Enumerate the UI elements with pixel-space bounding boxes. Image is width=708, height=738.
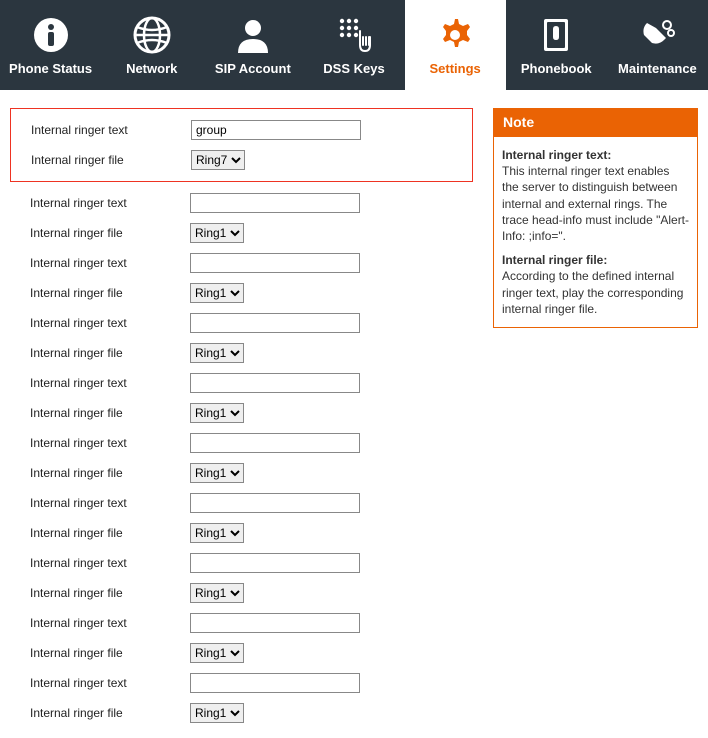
ringer-text-label: Internal ringer text [20, 316, 190, 330]
form-row: Internal ringer text [21, 115, 462, 145]
ringer-text-input[interactable] [190, 433, 360, 453]
ringer-file-label: Internal ringer file [20, 586, 190, 600]
nav-sip-account[interactable]: SIP Account [202, 0, 303, 90]
phonebook-icon [536, 15, 576, 55]
content-area: Internal ringer text Internal ringer fil… [0, 90, 708, 738]
ringer-text-label: Internal ringer text [20, 376, 190, 390]
ringer-file-select[interactable]: Ring1 [190, 703, 244, 723]
ringer-text-label: Internal ringer text [20, 256, 190, 270]
ringer-text-label: Internal ringer text [21, 123, 191, 137]
ringer-file-select[interactable]: Ring1 [190, 463, 244, 483]
ringer-file-select[interactable]: Ring1 [190, 403, 244, 423]
nav-label: SIP Account [215, 61, 291, 76]
form-row: Internal ringer fileRing1 [20, 398, 463, 428]
ringer-file-label: Internal ringer file [20, 286, 190, 300]
nav-label: Phone Status [9, 61, 92, 76]
form-row: Internal ringer text [20, 488, 463, 518]
form-row: Internal ringer fileRing1 [20, 278, 463, 308]
nav-label: Phonebook [521, 61, 592, 76]
form-row: Internal ringer fileRing1 [20, 458, 463, 488]
nav-maintenance[interactable]: Maintenance [607, 0, 708, 90]
ringer-file-select[interactable]: Ring7 [191, 150, 245, 170]
note-heading: Internal ringer text: [502, 147, 689, 163]
form-row: Internal ringer fileRing1 [20, 518, 463, 548]
ringer-text-input[interactable] [190, 253, 360, 273]
form-row: Internal ringer text [20, 248, 463, 278]
ringer-text-label: Internal ringer text [20, 436, 190, 450]
info-icon [31, 15, 71, 55]
form-row: Internal ringer fileRing1 [20, 218, 463, 248]
note-header: Note [493, 108, 698, 136]
ringer-file-label: Internal ringer file [20, 466, 190, 480]
form-row: Internal ringer text [20, 308, 463, 338]
keypad-icon [334, 15, 374, 55]
form-row: Internal ringer fileRing1 [20, 698, 463, 728]
plain-rows: Internal ringer text Internal ringer file… [10, 188, 473, 728]
ringer-file-select[interactable]: Ring1 [190, 643, 244, 663]
form-row: Internal ringer text [20, 548, 463, 578]
note-heading: Internal ringer file: [502, 252, 689, 268]
ringer-text-input[interactable] [190, 613, 360, 633]
ringer-text-label: Internal ringer text [20, 496, 190, 510]
ringer-file-label: Internal ringer file [21, 153, 191, 167]
gear-icon [435, 15, 475, 55]
nav-label: Network [126, 61, 177, 76]
nav-phonebook[interactable]: Phonebook [506, 0, 607, 90]
ringer-text-input[interactable] [190, 193, 360, 213]
ringer-text-input[interactable] [190, 493, 360, 513]
ringer-text-label: Internal ringer text [20, 556, 190, 570]
nav-label: Settings [429, 61, 480, 76]
user-icon [233, 15, 273, 55]
form-row: Internal ringer text [20, 188, 463, 218]
note-panel: Note Internal ringer text: This internal… [493, 108, 698, 728]
form-row: Internal ringer fileRing1 [20, 638, 463, 668]
nav-label: DSS Keys [323, 61, 384, 76]
ringer-text-input[interactable] [190, 673, 360, 693]
top-nav: Phone Status Network SIP Account DSS Key… [0, 0, 708, 90]
ringer-file-select[interactable]: Ring1 [190, 223, 244, 243]
note-text: This internal ringer text enables the se… [502, 164, 689, 243]
highlighted-group: Internal ringer text Internal ringer fil… [10, 108, 473, 182]
form-row: Internal ringer fileRing1 [20, 338, 463, 368]
form-row: Internal ringer text [20, 428, 463, 458]
ringer-file-label: Internal ringer file [20, 406, 190, 420]
nav-phone-status[interactable]: Phone Status [0, 0, 101, 90]
ringer-text-label: Internal ringer text [20, 676, 190, 690]
form-row: Internal ringer fileRing1 [20, 578, 463, 608]
ringer-file-select[interactable]: Ring1 [190, 583, 244, 603]
form-row: Internal ringer text [20, 608, 463, 638]
ringer-file-label: Internal ringer file [20, 706, 190, 720]
ringer-text-label: Internal ringer text [20, 616, 190, 630]
ringer-text-label: Internal ringer text [20, 196, 190, 210]
ringer-text-input[interactable] [191, 120, 361, 140]
ringer-text-input[interactable] [190, 373, 360, 393]
nav-dss-keys[interactable]: DSS Keys [303, 0, 404, 90]
form-area: Internal ringer text Internal ringer fil… [10, 108, 473, 728]
form-row: Internal ringer text [20, 668, 463, 698]
ringer-file-select[interactable]: Ring1 [190, 523, 244, 543]
globe-icon [132, 15, 172, 55]
maintenance-icon [637, 15, 677, 55]
nav-label: Maintenance [618, 61, 697, 76]
nav-settings[interactable]: Settings [405, 0, 506, 90]
ringer-text-input[interactable] [190, 553, 360, 573]
ringer-file-select[interactable]: Ring1 [190, 283, 244, 303]
ringer-file-label: Internal ringer file [20, 346, 190, 360]
form-row: Internal ringer file Ring7 [21, 145, 462, 175]
note-text: According to the defined internal ringer… [502, 269, 683, 315]
ringer-text-input[interactable] [190, 313, 360, 333]
ringer-file-select[interactable]: Ring1 [190, 343, 244, 363]
ringer-file-label: Internal ringer file [20, 646, 190, 660]
nav-network[interactable]: Network [101, 0, 202, 90]
note-box: Internal ringer text: This internal ring… [493, 136, 698, 328]
ringer-file-label: Internal ringer file [20, 226, 190, 240]
ringer-file-label: Internal ringer file [20, 526, 190, 540]
form-row: Internal ringer text [20, 368, 463, 398]
